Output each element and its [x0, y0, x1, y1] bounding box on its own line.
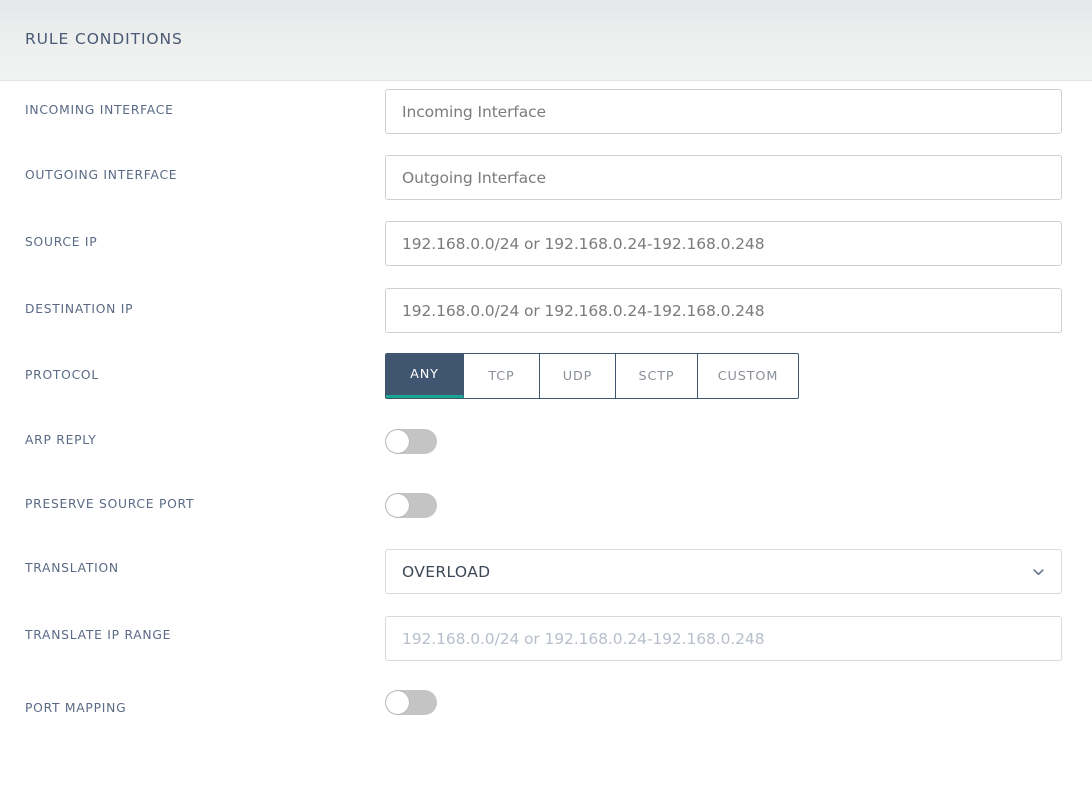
outgoing-interface-input[interactable]: Outgoing Interface [385, 155, 1062, 200]
form-row-translate-ip-range: TRANSLATE IP RANGE 192.168.0.0/24 or 192… [0, 605, 1092, 672]
port-mapping-toggle-knob [386, 691, 409, 714]
translation-select-value: OVERLOAD [402, 562, 491, 581]
translate-ip-range-placeholder: 192.168.0.0/24 or 192.168.0.24-192.168.0… [402, 629, 765, 648]
source-ip-input[interactable]: 192.168.0.0/24 or 192.168.0.24-192.168.0… [385, 221, 1062, 266]
label-translate-ip-range: TRANSLATE IP RANGE [25, 628, 172, 642]
label-port-mapping: PORT MAPPING [25, 701, 127, 715]
form-row-incoming-interface: INCOMING INTERFACE Incoming Interface [0, 81, 1092, 146]
protocol-option-custom[interactable]: CUSTOM [698, 354, 798, 398]
destination-ip-input[interactable]: 192.168.0.0/24 or 192.168.0.24-192.168.0… [385, 288, 1062, 333]
source-ip-placeholder: 192.168.0.0/24 or 192.168.0.24-192.168.0… [402, 234, 765, 253]
form-row-arp-reply: ARP REPLY [0, 411, 1092, 474]
form-row-port-mapping: PORT MAPPING [0, 672, 1092, 736]
form-row-outgoing-interface: OUTGOING INTERFACE Outgoing Interface [0, 147, 1092, 213]
translate-ip-range-input[interactable]: 192.168.0.0/24 or 192.168.0.24-192.168.0… [385, 616, 1062, 661]
port-mapping-toggle[interactable] [385, 690, 437, 715]
label-destination-ip: DESTINATION IP [25, 302, 134, 316]
form-row-destination-ip: DESTINATION IP 192.168.0.0/24 or 192.168… [0, 280, 1092, 346]
form-row-translation: TRANSLATION OVERLOAD [0, 538, 1092, 605]
arp-reply-toggle[interactable] [385, 429, 437, 454]
label-source-ip: SOURCE IP [25, 235, 98, 249]
form-row-preserve-source-port: PRESERVE SOURCE PORT [0, 474, 1092, 538]
incoming-interface-input[interactable]: Incoming Interface [385, 89, 1062, 134]
rule-conditions-form: INCOMING INTERFACE Incoming Interface OU… [0, 81, 1092, 789]
protocol-option-tcp[interactable]: TCP [464, 354, 540, 398]
label-outgoing-interface: OUTGOING INTERFACE [25, 168, 178, 182]
panel-header: RULE CONDITIONS [0, 0, 1092, 81]
label-preserve-source-port: PRESERVE SOURCE PORT [25, 497, 195, 511]
protocol-segmented-control: ANY TCP UDP SCTP CUSTOM [385, 353, 799, 399]
outgoing-interface-placeholder: Outgoing Interface [402, 168, 546, 187]
destination-ip-placeholder: 192.168.0.0/24 or 192.168.0.24-192.168.0… [402, 301, 765, 320]
page-title: RULE CONDITIONS [25, 30, 183, 48]
preserve-source-port-toggle-knob [386, 494, 409, 517]
preserve-source-port-toggle[interactable] [385, 493, 437, 518]
translation-select[interactable]: OVERLOAD [385, 549, 1062, 594]
protocol-option-udp[interactable]: UDP [540, 354, 616, 398]
form-row-protocol: PROTOCOL ANY TCP UDP SCTP CUSTOM [0, 346, 1092, 411]
form-row-source-ip: SOURCE IP 192.168.0.0/24 or 192.168.0.24… [0, 213, 1092, 280]
protocol-option-sctp[interactable]: SCTP [616, 354, 698, 398]
label-protocol: PROTOCOL [25, 368, 99, 382]
incoming-interface-placeholder: Incoming Interface [402, 102, 546, 121]
chevron-down-icon [1032, 565, 1045, 578]
label-translation: TRANSLATION [25, 561, 119, 575]
label-incoming-interface: INCOMING INTERFACE [25, 103, 174, 117]
arp-reply-toggle-knob [386, 430, 409, 453]
label-arp-reply: ARP REPLY [25, 433, 97, 447]
protocol-option-any[interactable]: ANY [386, 354, 464, 398]
